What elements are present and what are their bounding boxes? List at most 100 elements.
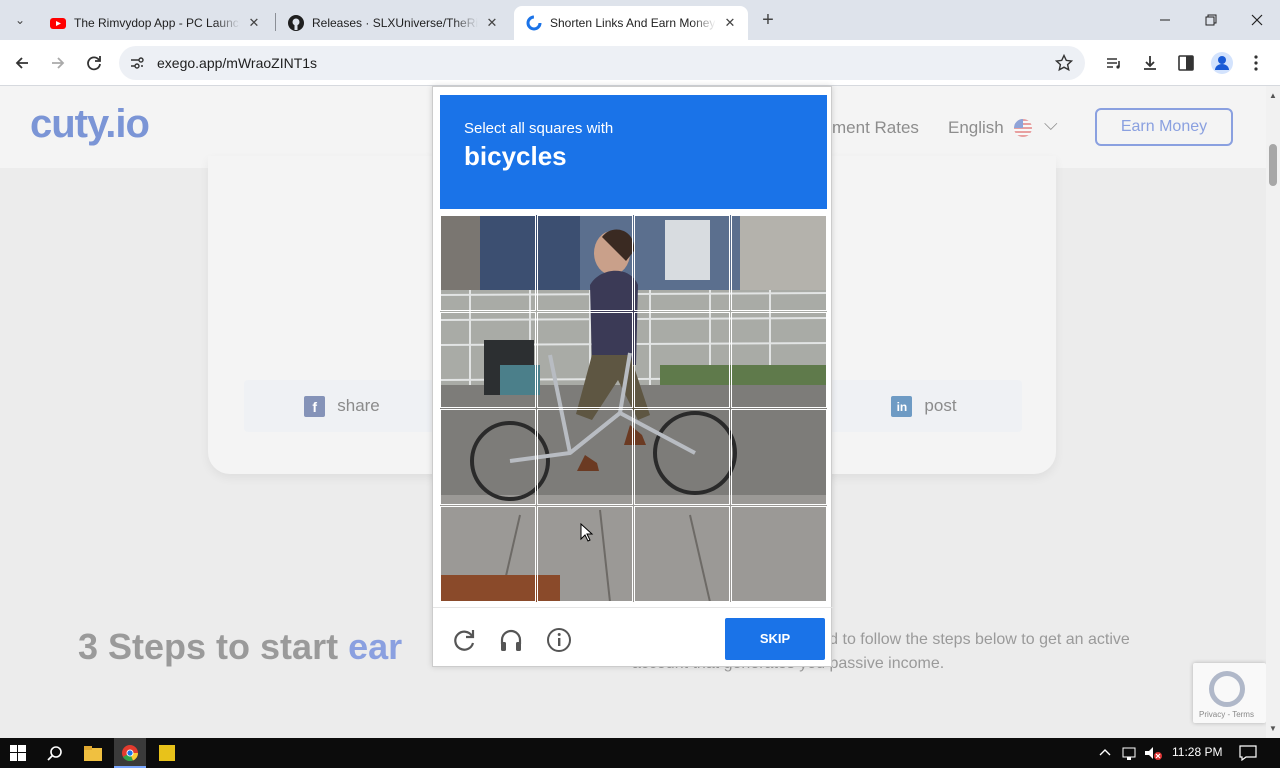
grid-tile[interactable]: [731, 409, 827, 505]
restore-button[interactable]: [1199, 8, 1223, 32]
new-tab-button[interactable]: +: [756, 8, 780, 32]
show-hidden-icons-chevron-icon[interactable]: [1099, 747, 1111, 759]
skip-button[interactable]: SKIP: [725, 618, 825, 660]
tab-search-chevron-icon[interactable]: ⌄: [8, 8, 32, 32]
linkedin-icon: in: [891, 395, 913, 417]
grid-tile[interactable]: [634, 312, 730, 408]
tab-cuty[interactable]: Shorten Links And Earn Money | Cuty.io ✕: [514, 6, 748, 40]
kebab-menu-icon: [1254, 55, 1258, 71]
recaptcha-badge[interactable]: Privacy - Terms: [1193, 663, 1266, 723]
grid-tile[interactable]: [537, 506, 633, 602]
windows-start-icon[interactable]: [10, 745, 26, 761]
forward-button[interactable]: [46, 51, 70, 75]
search-icon[interactable]: [47, 745, 63, 761]
tab-rimvydop[interactable]: The Rimvydop App - PC Launcher ✕: [38, 6, 272, 40]
back-button[interactable]: [10, 51, 34, 75]
scroll-down-icon[interactable]: ▼: [1269, 724, 1277, 733]
recaptcha-terms[interactable]: Privacy - Terms: [1199, 710, 1254, 719]
tab-title: Releases · SLXUniverse/TheRimvydop: [312, 16, 478, 30]
audio-headphones-icon[interactable]: [498, 627, 524, 653]
steps-heading-highlight: ear: [348, 626, 403, 667]
back-arrow-icon: [15, 57, 28, 69]
file-explorer-icon[interactable]: [84, 745, 102, 761]
close-tab-icon[interactable]: ✕: [722, 15, 738, 31]
info-icon[interactable]: [546, 627, 572, 653]
profile-button[interactable]: [1210, 51, 1234, 75]
post-label: post: [924, 396, 957, 415]
address-bar[interactable]: exego.app/mWraoZINT1s: [119, 46, 1085, 80]
page-scrollbar[interactable]: ▲ ▼: [1266, 86, 1280, 738]
chrome-menu-button[interactable]: [1244, 51, 1268, 75]
steps-heading: 3 Steps to start ear: [78, 626, 402, 668]
close-window-button[interactable]: [1245, 8, 1269, 32]
grid-tile[interactable]: [634, 215, 730, 311]
grid-tile[interactable]: [537, 409, 633, 505]
share-label: share: [337, 396, 380, 415]
url-text: exego.app/mWraoZINT1s: [157, 55, 318, 71]
site-settings-icon[interactable]: [129, 55, 145, 71]
scroll-thumb[interactable]: [1269, 144, 1277, 186]
chrome-icon: [122, 745, 138, 761]
us-flag-icon[interactable]: [1014, 119, 1032, 137]
reload-icon[interactable]: [451, 627, 477, 653]
tab-releases[interactable]: Releases · SLXUniverse/TheRimvydop ✕: [276, 6, 510, 40]
challenge-header: Select all squares with bicycles: [440, 95, 827, 209]
close-tab-icon[interactable]: ✕: [246, 15, 262, 31]
recaptcha-logo-icon: [1209, 671, 1245, 707]
grid-tile[interactable]: [537, 312, 633, 408]
tab-title: The Rimvydop App - PC Launcher: [74, 16, 240, 30]
cuty-logo[interactable]: cuty.io: [30, 102, 150, 147]
challenge-object: bicycles: [464, 141, 567, 171]
tab-title: Shorten Links And Earn Money | Cuty.io: [550, 16, 716, 30]
grid-tile[interactable]: [537, 215, 633, 311]
volume-muted-icon[interactable]: [1143, 745, 1163, 761]
challenge-instruction: Select all squares with: [464, 120, 614, 137]
chevron-down-icon[interactable]: ⌵: [1044, 114, 1058, 135]
grid-tile[interactable]: [440, 312, 536, 408]
cuty-icon: [526, 15, 542, 31]
steps-heading-text: 3 Steps to start: [78, 626, 349, 667]
grid-tile[interactable]: [634, 506, 730, 602]
tab-strip: ⌄ The Rimvydop App - PC Launcher ✕ Relea…: [0, 0, 1280, 40]
reload-icon: [87, 56, 101, 71]
facebook-icon: f: [304, 395, 326, 417]
clock-time[interactable]: 11:28 PM: [1172, 745, 1222, 765]
linkedin-post-button[interactable]: in post: [826, 380, 1022, 432]
github-icon: [288, 15, 304, 31]
youtube-icon: [50, 18, 66, 29]
downloads-button[interactable]: [1138, 51, 1162, 75]
notifications-icon[interactable]: [1239, 745, 1257, 761]
media-queue-icon: [1107, 58, 1120, 69]
grid-tile[interactable]: [731, 506, 827, 602]
browser-toolbar: exego.app/mWraoZINT1s: [0, 40, 1280, 86]
reload-button[interactable]: [82, 51, 106, 75]
grid-tile[interactable]: [440, 409, 536, 505]
network-icon[interactable]: [1121, 745, 1139, 761]
facebook-share-button[interactable]: f share: [244, 380, 440, 432]
challenge-footer: SKIP: [433, 607, 833, 668]
earn-money-button[interactable]: Earn Money: [1095, 108, 1233, 146]
nav-payment-rates[interactable]: ment Rates: [832, 118, 919, 138]
language-selector[interactable]: English: [948, 118, 1004, 138]
restore-icon: [1205, 14, 1217, 26]
grid-tile[interactable]: [440, 215, 536, 311]
bookmark-star-icon[interactable]: [1055, 54, 1073, 72]
side-panel-button[interactable]: [1174, 51, 1198, 75]
mouse-cursor-icon: [580, 523, 594, 542]
minimize-icon: [1160, 19, 1170, 21]
forward-arrow-icon: [52, 57, 65, 69]
close-tab-icon[interactable]: ✕: [484, 15, 500, 31]
recaptcha-challenge: Select all squares with bicycles SKIP: [432, 86, 833, 668]
download-icon: [1144, 56, 1156, 70]
grid-tile[interactable]: [634, 409, 730, 505]
app-launcher-icon[interactable]: [159, 745, 175, 761]
grid-tile[interactable]: [731, 312, 827, 408]
grid-tile[interactable]: [731, 215, 827, 311]
close-icon: [1251, 14, 1263, 26]
minimize-button[interactable]: [1153, 8, 1177, 32]
profile-avatar-icon: [1211, 52, 1233, 74]
reading-list-button[interactable]: [1102, 51, 1126, 75]
scroll-up-icon[interactable]: ▲: [1269, 91, 1277, 100]
grid-tile[interactable]: [440, 506, 536, 602]
taskbar-chrome[interactable]: [114, 738, 146, 768]
